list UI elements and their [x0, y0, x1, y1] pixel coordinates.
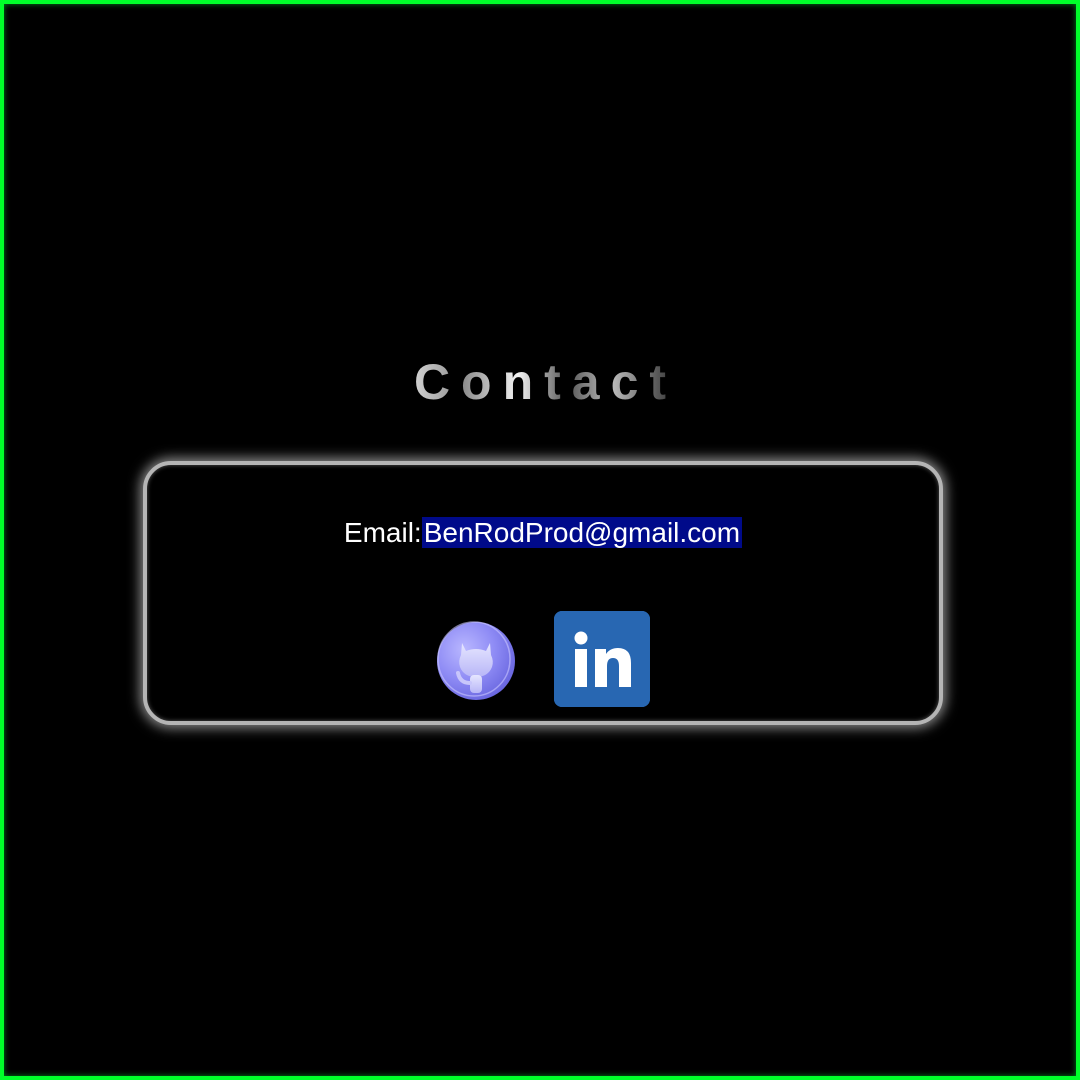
linkedin-icon: [554, 611, 650, 707]
email-row: Email:BenRodProd@gmail.com: [147, 516, 939, 550]
contact-card: Email:BenRodProd@gmail.com: [143, 461, 943, 725]
github-icon: [437, 621, 515, 700]
github-link[interactable]: [436, 621, 516, 701]
page-title-wrapper: Contact: [0, 352, 1080, 412]
email-label: Email:: [343, 517, 422, 548]
page-title: Contact: [403, 352, 677, 412]
linkedin-link[interactable]: [554, 611, 650, 707]
social-links: [147, 611, 939, 707]
email-link[interactable]: BenRodProd@gmail.com: [421, 517, 743, 548]
